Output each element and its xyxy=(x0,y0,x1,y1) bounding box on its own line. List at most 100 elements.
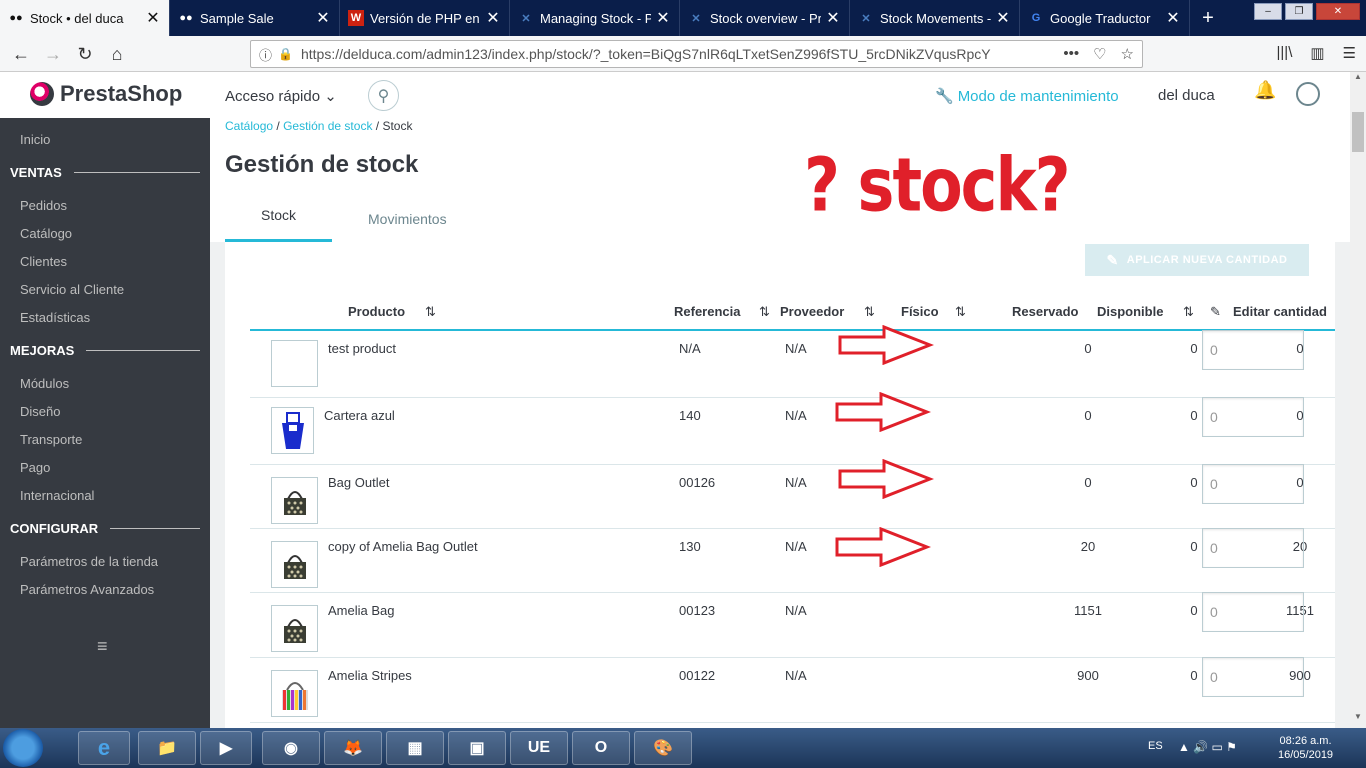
new-tab-button[interactable]: + xyxy=(1190,0,1226,36)
close-tab-icon[interactable]: ✕ xyxy=(485,8,501,28)
col-physical[interactable]: Físico xyxy=(901,304,939,319)
sort-reference-icon[interactable]: ⇅ xyxy=(759,304,770,320)
internet-explorer-icon[interactable]: e xyxy=(78,731,130,765)
pocket-icon[interactable]: ♡ xyxy=(1093,45,1106,63)
sidebar-item-inicio[interactable]: Inicio xyxy=(20,132,50,147)
close-tab-icon[interactable]: ✕ xyxy=(995,8,1011,28)
breadcrumb-gestion-stock[interactable]: Gestión de stock xyxy=(283,119,372,133)
table-row: copy of Amelia Bag Outlet 130 N/A 20 0 20 0 xyxy=(250,527,1335,593)
browser-tab[interactable]: ✕ Stock Movements - I ✕ xyxy=(850,0,1020,36)
browser-tab[interactable]: ●● Stock • del duca ✕ xyxy=(0,0,170,36)
minimize-button[interactable]: – xyxy=(1254,3,1282,20)
product-thumbnail xyxy=(271,605,318,652)
sort-physical-icon[interactable]: ⇅ xyxy=(955,304,966,320)
apply-new-quantity-button[interactable]: ✎ APLICAR NUEVA CANTIDAD xyxy=(1085,244,1309,276)
maintenance-mode-link[interactable]: 🔧 Modo de mantenimiento xyxy=(935,87,1119,105)
media-player-icon[interactable]: ▶ xyxy=(200,731,252,765)
browser-tab[interactable]: WVersión de PHP en tu✕ xyxy=(340,0,510,36)
bookmark-star-icon[interactable]: ☆ xyxy=(1121,45,1134,63)
sidebar-item[interactable]: Catálogo xyxy=(20,226,72,241)
ultraedit-icon[interactable]: UE xyxy=(510,731,568,765)
tray-icons[interactable]: ▲ 🔊 ▭ ⚑ xyxy=(1178,740,1237,754)
info-icon[interactable]: ⓘ xyxy=(259,45,272,64)
reload-icon[interactable]: ↻ xyxy=(72,41,98,67)
tab-stock[interactable]: Stock xyxy=(225,202,333,242)
quick-access-dropdown[interactable]: Acceso rápido ⌄ xyxy=(225,87,337,105)
product-supplier: N/A xyxy=(785,668,807,683)
close-tab-icon[interactable]: ✕ xyxy=(315,8,331,28)
forward-icon[interactable]: → xyxy=(40,41,66,67)
edit-quantity-input[interactable]: 0 xyxy=(1202,592,1304,632)
sidebar-item[interactable]: Estadísticas xyxy=(20,310,90,325)
task-manager-icon[interactable]: ▣ xyxy=(448,731,506,765)
prestashop-logo[interactable]: PrestaShop xyxy=(30,81,182,107)
file-explorer-icon[interactable]: 📁 xyxy=(138,731,196,765)
scrollbar-thumb[interactable] xyxy=(1352,112,1364,152)
sidebar-item[interactable]: Internacional xyxy=(20,488,94,503)
edit-quantity-input[interactable]: 0 xyxy=(1202,657,1304,697)
sidebar-item[interactable]: Transporte xyxy=(20,432,82,447)
calculator-icon[interactable]: ▦ xyxy=(386,731,444,765)
browser-tab[interactable]: G Google Traductor ✕ xyxy=(1020,0,1190,36)
library-icon[interactable]: |||\ xyxy=(1277,44,1293,62)
browser-tab[interactable]: ✕Stock overview - Pres✕ xyxy=(680,0,850,36)
tab-movimientos[interactable]: Movimientos xyxy=(332,202,483,242)
col-supplier[interactable]: Proveedor xyxy=(780,304,844,319)
bell-icon[interactable]: 🔔 xyxy=(1254,80,1276,101)
product-thumbnail xyxy=(271,477,318,524)
browser-tab[interactable]: ✕ Managing Stock - Pr ✕ xyxy=(510,0,680,36)
menu-icon[interactable]: ☰ xyxy=(1343,44,1356,62)
close-tab-icon[interactable]: ✕ xyxy=(825,8,841,28)
windows-start-button[interactable] xyxy=(3,729,43,767)
shop-name-link[interactable]: del duca xyxy=(1158,87,1215,104)
sort-product-icon[interactable]: ⇅ xyxy=(425,304,436,320)
sort-supplier-icon[interactable]: ⇅ xyxy=(864,304,875,320)
sidebar-item[interactable]: Pago xyxy=(20,460,50,475)
paint-icon[interactable]: 🎨 xyxy=(634,731,692,765)
sidebar-item[interactable]: Servicio al Cliente xyxy=(20,282,124,297)
language-indicator[interactable]: ES xyxy=(1148,740,1163,752)
home-icon[interactable]: ⌂ xyxy=(104,41,130,67)
outlook-icon[interactable]: O xyxy=(572,731,630,765)
sidebar-item[interactable]: Clientes xyxy=(20,254,67,269)
page-scrollbar[interactable]: ▲ ▼ xyxy=(1350,72,1366,728)
edit-quantity-input[interactable]: 0 xyxy=(1202,528,1304,568)
sidebar-item[interactable]: Módulos xyxy=(20,376,69,391)
page-title: Gestión de stock xyxy=(225,151,419,178)
product-name: copy of Amelia Bag Outlet xyxy=(328,539,478,554)
edit-quantity-input[interactable]: 0 xyxy=(1202,464,1304,504)
sidebar-item[interactable]: Pedidos xyxy=(20,198,67,213)
close-tab-icon[interactable]: ✕ xyxy=(655,8,671,28)
user-avatar-icon[interactable] xyxy=(1296,82,1320,106)
maximize-button[interactable]: ❐ xyxy=(1285,3,1313,20)
col-available[interactable]: Disponible xyxy=(1097,304,1163,319)
table-row: Cartera azul 140 N/A 0 0 0 0 xyxy=(250,392,1335,465)
annotation-arrow-icon xyxy=(838,459,934,499)
close-window-button[interactable]: ✕ xyxy=(1316,3,1360,20)
url-bar[interactable]: ⓘ 🔒 https://delduca.com/admin123/index.p… xyxy=(250,40,1143,68)
sidebar-item[interactable]: Parámetros Avanzados xyxy=(20,582,154,597)
chrome-icon[interactable]: ◉ xyxy=(262,731,320,765)
taskbar-clock[interactable]: 08:26 a.m. 16/05/2019 xyxy=(1278,734,1333,762)
close-tab-icon[interactable]: ✕ xyxy=(1165,8,1181,28)
firefox-icon[interactable]: 🦊 xyxy=(324,731,382,765)
scroll-up-icon[interactable]: ▲ xyxy=(1350,72,1366,88)
search-icon[interactable]: ⚲ xyxy=(368,80,399,111)
browser-tab[interactable]: ●● Sample Sale ✕ xyxy=(170,0,340,36)
sidebar-toggle-icon[interactable]: ▥ xyxy=(1310,44,1324,62)
scroll-down-icon[interactable]: ▼ xyxy=(1350,712,1366,728)
collapse-menu-icon[interactable]: ≡ xyxy=(97,636,108,657)
url-text[interactable]: https://delduca.com/admin123/index.php/s… xyxy=(301,46,1063,62)
sort-available-icon[interactable]: ⇅ xyxy=(1183,304,1194,320)
sidebar-item[interactable]: Diseño xyxy=(20,404,60,419)
edit-quantity-input[interactable]: 0 xyxy=(1202,397,1304,437)
edit-quantity-input[interactable]: 0 xyxy=(1202,330,1304,370)
sidebar-item[interactable]: Parámetros de la tienda xyxy=(20,554,158,569)
col-product[interactable]: Producto xyxy=(348,304,405,319)
close-tab-icon[interactable]: ✕ xyxy=(145,8,161,28)
col-reference[interactable]: Referencia xyxy=(674,304,740,319)
breadcrumb-catalogo[interactable]: Catálogo xyxy=(225,119,273,133)
back-icon[interactable]: ← xyxy=(8,41,34,67)
product-reference: 140 xyxy=(679,408,701,423)
page-actions-icon[interactable]: ••• xyxy=(1063,45,1079,63)
